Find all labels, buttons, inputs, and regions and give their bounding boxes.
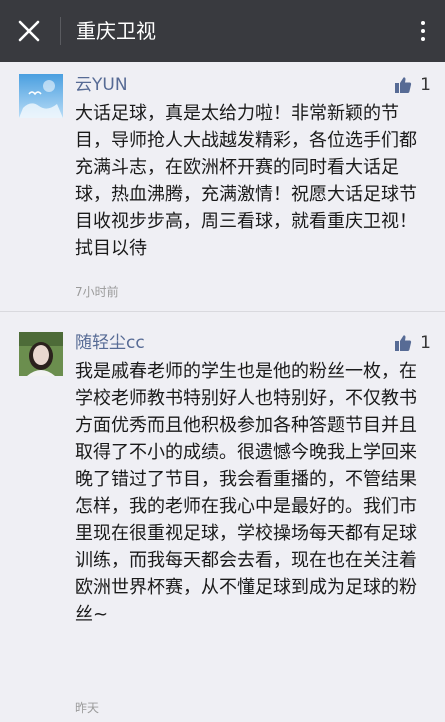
comment-time: 7小时前 [75, 285, 119, 299]
top-bar: 重庆卫视 [0, 0, 445, 62]
comment-text: 大话足球，真是太给力啦！非常新颖的节目，导师抢人大战越发精彩，各位选手们都充满斗… [75, 103, 417, 259]
comment-nickname[interactable]: 云YUN [75, 74, 128, 96]
like-count: 1 [420, 333, 431, 353]
avatar[interactable] [19, 332, 63, 376]
avatar[interactable] [19, 74, 63, 118]
like-count: 1 [420, 75, 431, 95]
avatar-image [19, 74, 63, 118]
comment-time: 昨天 [75, 701, 100, 715]
comment-nickname[interactable]: 随轻尘cc [75, 332, 145, 354]
comment-list: 云YUN 1 大话足球，真是太给力啦！非常新颖的节目，导师抢人大战越发精彩，各位… [0, 62, 445, 722]
more-vertical-icon [421, 21, 425, 25]
comment-item: 随轻尘cc 1 我是戚春老师的学生也是他的粉丝一枚，在学校老师教书特别好人也特别… [0, 312, 445, 722]
like-button[interactable]: 1 [394, 74, 431, 96]
thumbs-up-icon [395, 77, 412, 93]
page-title: 重庆卫视 [76, 19, 156, 43]
close-icon [18, 20, 40, 42]
thumbs-up-icon [395, 335, 412, 351]
avatar-image [19, 332, 63, 376]
comment-item: 云YUN 1 大话足球，真是太给力啦！非常新颖的节目，导师抢人大战越发精彩，各位… [0, 62, 445, 312]
more-button[interactable] [413, 14, 433, 48]
comment-text: 我是戚春老师的学生也是他的粉丝一枚，在学校老师教书特别好人也特别好，不仅教书方面… [75, 361, 417, 625]
like-button[interactable]: 1 [394, 332, 431, 354]
divider [60, 17, 61, 45]
close-button[interactable] [12, 14, 46, 48]
